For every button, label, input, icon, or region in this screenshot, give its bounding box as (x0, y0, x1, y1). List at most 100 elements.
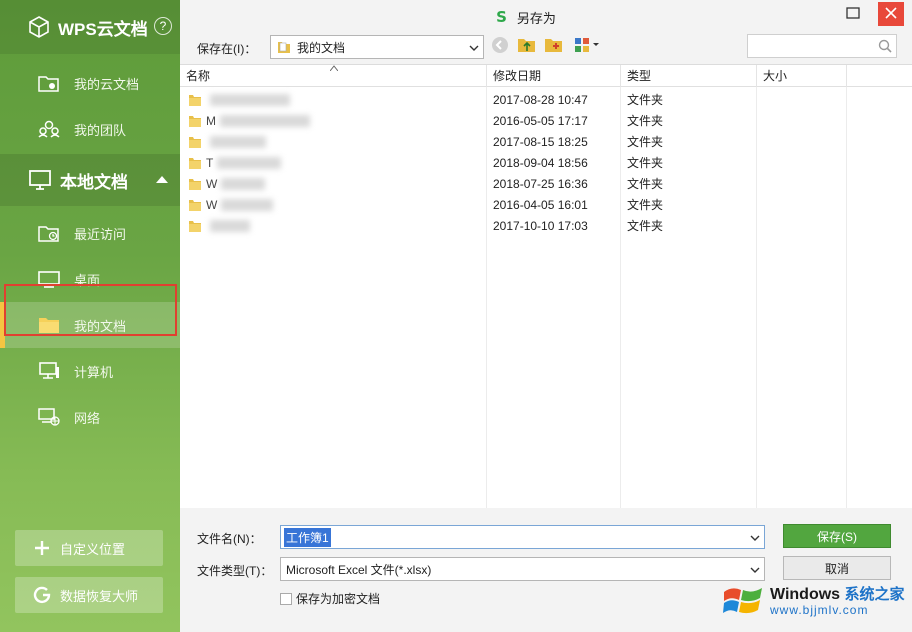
file-name: T (206, 155, 214, 170)
sidebar-item-my-documents[interactable]: 我的文档 (0, 302, 180, 348)
watermark-windows-text: Windows (770, 585, 841, 603)
new-folder-button[interactable] (544, 37, 564, 55)
wps-sidebar: WPS云文档 ? 我的云文档 我的团队 本地文档 最近访问 桌面 我的文档 计算… (0, 0, 180, 632)
file-name: W (206, 176, 218, 191)
sidebar-item-label: 最近访问 (74, 226, 127, 242)
watermark-cn-text: 系统之家 (844, 585, 905, 603)
sidebar-item-my-team[interactable]: 我的团队 (0, 106, 180, 152)
redacted-name-blur (217, 156, 282, 169)
redacted-name-blur (210, 135, 266, 148)
plus-icon (33, 539, 51, 557)
redacted-name-blur (221, 177, 266, 190)
back-button[interactable] (490, 36, 510, 55)
table-row[interactable]: M 2016-05-05 17:17 文件夹 (180, 110, 912, 131)
data-recovery-button[interactable]: 数据恢复大师 (15, 577, 163, 613)
encrypt-option[interactable]: 保存为加密文档 (280, 590, 380, 607)
collapse-caret-icon[interactable] (156, 176, 168, 183)
table-row[interactable]: 2017-10-10 17:03 文件夹 (180, 215, 912, 236)
table-row[interactable]: W 2018-07-25 16:36 文件夹 (180, 173, 912, 194)
search-icon (878, 39, 892, 56)
table-row[interactable]: 2017-08-28 10:47 文件夹 (180, 89, 912, 110)
help-icon[interactable]: ? (154, 17, 172, 35)
encrypt-checkbox[interactable] (280, 592, 292, 605)
view-mode-button[interactable] (573, 37, 603, 55)
dialog-title: 另存为 (516, 10, 556, 26)
custom-location-label: 自定义位置 (60, 541, 126, 557)
redacted-name-blur (210, 93, 290, 106)
sidebar-item-my-cloud-docs[interactable]: 我的云文档 (0, 60, 180, 106)
sidebar-item-computer[interactable]: 计算机 (0, 348, 180, 394)
wps-s-logo-icon: S (496, 8, 507, 26)
sidebar-item-label: 我的云文档 (74, 76, 140, 92)
sidebar-item-network[interactable]: 网络 (0, 394, 180, 440)
file-date-cell: 2017-08-28 10:47 (493, 92, 588, 107)
maximize-button[interactable] (840, 2, 866, 26)
sidebar-item-desktop[interactable]: 桌面 (0, 256, 180, 302)
table-row[interactable]: W 2016-04-05 16:01 文件夹 (180, 194, 912, 215)
file-list-header: 名称 修改日期 类型 大小 (180, 65, 912, 87)
file-date-cell: 2018-09-04 18:56 (493, 155, 588, 170)
folder-icon (188, 198, 202, 212)
sidebar-section-local-docs[interactable]: 本地文档 (0, 154, 180, 206)
filetype-dropdown[interactable]: Microsoft Excel 文件(*.xlsx) (280, 557, 765, 581)
sidebar-section-label: 本地文档 (60, 172, 128, 192)
desktop-icon (38, 270, 60, 288)
encrypt-label: 保存为加密文档 (296, 592, 381, 606)
cube-logo-icon (28, 16, 50, 38)
table-row[interactable]: 2017-08-15 18:25 文件夹 (180, 131, 912, 152)
file-name-cell: T (180, 156, 487, 170)
file-name-cell (180, 135, 487, 149)
file-date-cell: 2017-10-10 17:03 (493, 218, 588, 233)
folder-icon (188, 177, 202, 191)
file-type-cell: 文件夹 (627, 198, 664, 212)
folder-icon (38, 316, 60, 334)
chevron-down-icon[interactable] (750, 532, 760, 546)
filename-value: 工作簿1 (284, 527, 331, 547)
filename-input[interactable]: 工作簿1 (280, 525, 765, 549)
file-type-cell: 文件夹 (627, 93, 664, 107)
sidebar-item-label: 计算机 (74, 364, 114, 380)
view-grid-icon (574, 37, 602, 56)
watermark-url: www.bjjmlv.com (770, 602, 869, 617)
save-in-value: 我的文档 (297, 40, 346, 55)
folder-icon (188, 93, 202, 107)
recent-folder-icon (38, 224, 60, 242)
file-name-cell: W (180, 198, 487, 212)
data-recovery-label: 数据恢复大师 (60, 588, 139, 604)
column-header-size[interactable]: 大小 (757, 65, 847, 87)
folder-icon (188, 114, 202, 128)
dialog-titlebar: S 另存为 (180, 0, 912, 34)
file-type-cell: 文件夹 (627, 135, 664, 149)
folder-icon (188, 219, 202, 233)
table-row[interactable]: T 2018-09-04 18:56 文件夹 (180, 152, 912, 173)
file-name-cell: M (180, 114, 487, 128)
sidebar-item-label: 我的文档 (74, 318, 127, 334)
sidebar-item-label: 网络 (74, 410, 101, 426)
save-in-label: 保存在(I)： (197, 42, 257, 56)
column-header-type[interactable]: 类型 (621, 65, 757, 87)
cancel-button[interactable]: 取消 (783, 556, 891, 580)
chevron-down-icon (469, 42, 479, 56)
sidebar-item-label: 我的团队 (74, 122, 127, 138)
up-folder-button[interactable] (517, 37, 537, 55)
column-header-date[interactable]: 修改日期 (487, 65, 621, 87)
save-button[interactable]: 保存(S) (783, 524, 891, 548)
file-date-cell: 2017-08-15 18:25 (493, 134, 588, 149)
network-icon (38, 408, 60, 426)
save-in-dropdown[interactable]: 我的文档 (270, 35, 484, 59)
close-icon (885, 6, 897, 22)
filename-label: 文件名(N)： (197, 532, 262, 546)
custom-location-button[interactable]: 自定义位置 (15, 530, 163, 566)
file-date-cell: 2018-07-25 16:36 (493, 176, 588, 191)
file-date-cell: 2016-04-05 16:01 (493, 197, 588, 212)
windows-logo-icon (722, 582, 764, 621)
up-folder-icon (517, 36, 537, 57)
file-type-cell: 文件夹 (627, 156, 664, 170)
computer-icon (38, 362, 60, 380)
close-button[interactable] (878, 2, 904, 26)
maximize-icon (846, 6, 860, 22)
file-list[interactable]: 名称 修改日期 类型 大小 2017-08-28 10:47 文件夹 M 2016-0… (180, 64, 912, 508)
file-name: W (206, 197, 218, 212)
sidebar-item-recent[interactable]: 最近访问 (0, 210, 180, 256)
search-input[interactable] (747, 34, 897, 58)
